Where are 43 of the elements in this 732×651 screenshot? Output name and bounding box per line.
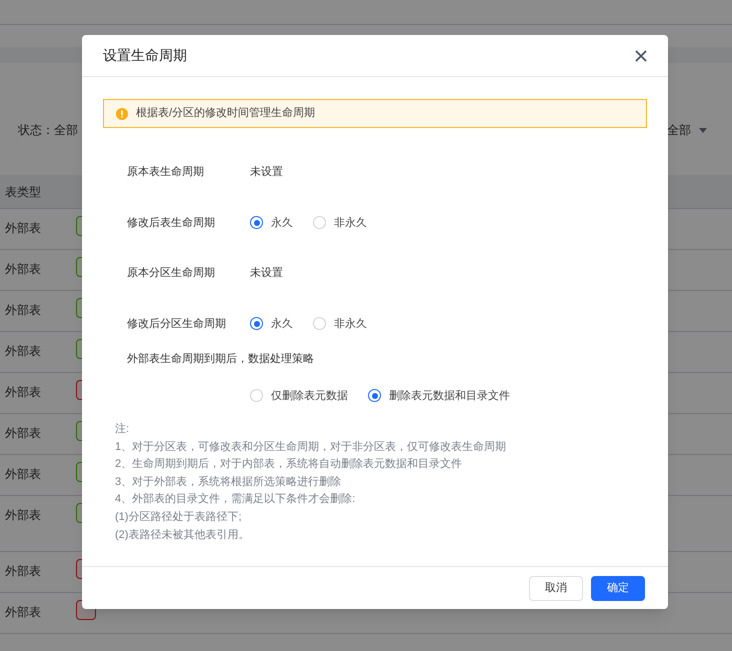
note-text: 3、对于外部表，系统将根据所选策略进行删除 (115, 474, 342, 490)
column-header: 表类型 (5, 184, 41, 200)
caret-icon[interactable] (699, 128, 707, 132)
field-value: 未设置 (250, 266, 283, 281)
field-label: 原本分区生命周期 (127, 266, 216, 281)
table-cell-text: 外部表 (5, 384, 41, 401)
field-value: 未设置 (250, 165, 283, 180)
table-cell-text: 外部表 (5, 507, 41, 524)
table-cell-text: 外部表 (5, 220, 41, 237)
field-label: 修改后分区生命周期 (127, 316, 227, 332)
field-label: 外部表生命周期到期后，数据处理策略 (126, 352, 315, 367)
table-cell-text: 外部表 (5, 563, 41, 580)
table-cell-text: 外部表 (5, 343, 41, 360)
cancel-button[interactable]: 取消 (529, 576, 583, 600)
note-text: 2、生命周期到期后，对于内部表，系统将自动删除表元数据和目录文件 (115, 456, 464, 472)
radio-button[interactable] (368, 389, 381, 402)
status-filter[interactable]: 状态：全部 (18, 121, 78, 139)
table-cell-text: 外部表 (5, 425, 41, 442)
field-label: 原本表生命周期 (127, 165, 205, 180)
note-text: 1、对于分区表，可修改表和分区生命周期，对于非分区表，仅可修改表生命周期 (115, 440, 508, 455)
radio-option[interactable]: 永久 (250, 214, 293, 231)
note-text: (2)表路径未被其他表引用。 (115, 528, 250, 543)
filter-value[interactable]: 全部 (667, 121, 691, 139)
alert-text: 根据表/分区的修改时间管理生命周期 (136, 106, 316, 122)
field-label: 修改后表生命周期 (127, 216, 216, 230)
note-text: 4、外部表的目录文件，需满足以下条件才会删除: (115, 492, 356, 508)
table-cell-text: 外部表 (5, 302, 41, 319)
radio-button[interactable] (250, 317, 263, 330)
table-cell-text: 外部表 (5, 604, 41, 621)
dialog-title: 设置生命周期 (103, 46, 187, 65)
radio-button[interactable] (250, 216, 263, 230)
warning-icon (116, 108, 128, 120)
radio-option[interactable]: 仅删除表元数据 (250, 388, 348, 404)
table-cell-text: 外部表 (5, 261, 41, 278)
radio-option[interactable]: 非永久 (313, 214, 367, 231)
radio-option[interactable]: 删除表元数据和目录文件 (368, 388, 510, 404)
note-text: 注: (115, 422, 130, 437)
close-button[interactable] (634, 48, 648, 62)
table-cell-text: 外部表 (5, 466, 41, 483)
radio-option[interactable]: 非永久 (313, 316, 367, 332)
confirm-button[interactable]: 确定 (591, 576, 645, 600)
radio-option[interactable]: 永久 (250, 316, 293, 332)
note-text: (1)分区路径处于表路径下; (115, 510, 242, 525)
